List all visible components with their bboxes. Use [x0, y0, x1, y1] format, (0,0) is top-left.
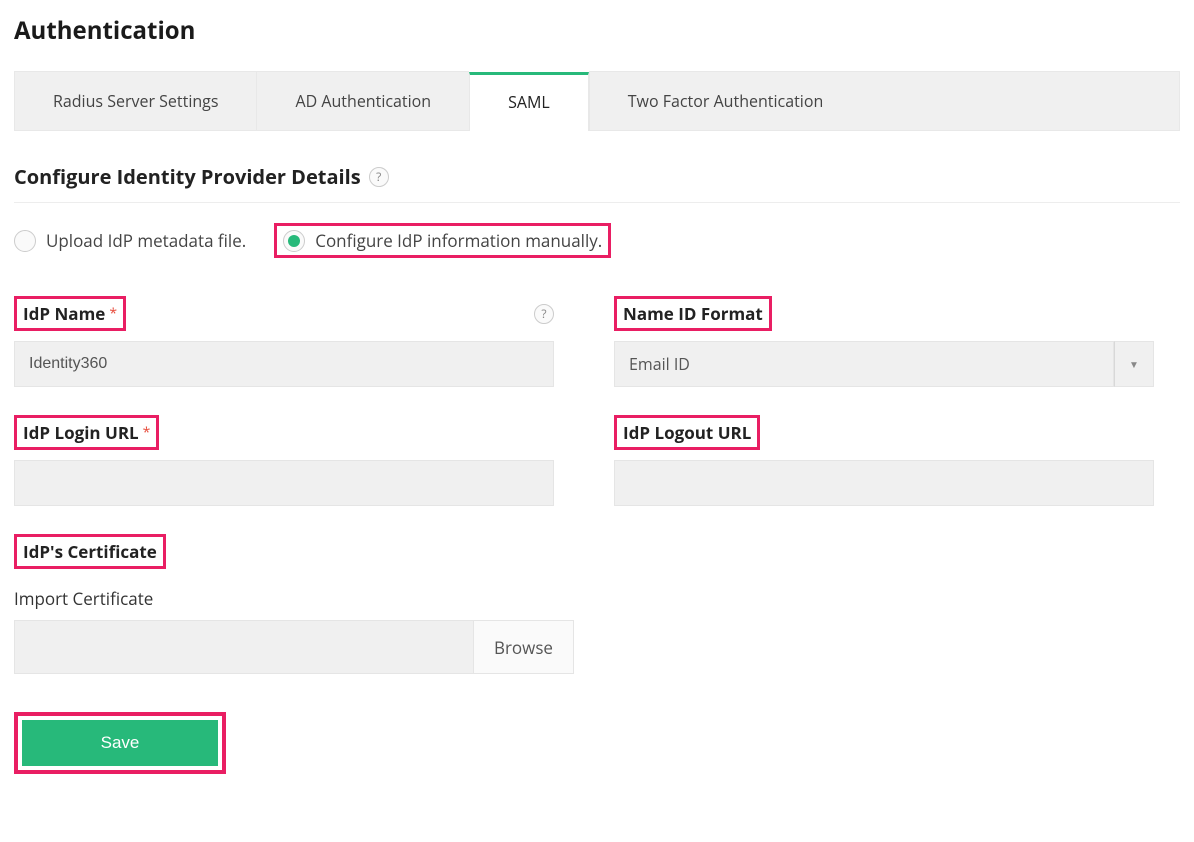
required-asterisk: * [143, 423, 151, 442]
section-header: Configure Identity Provider Details ? [14, 163, 1180, 203]
help-icon[interactable]: ? [369, 167, 389, 187]
browse-button[interactable]: Browse [474, 620, 574, 674]
idp-login-url-label: IdP Login URL [23, 421, 139, 444]
tab-bar: Radius Server Settings AD Authentication… [14, 71, 1180, 131]
radio-circle-selected-icon [283, 230, 305, 252]
highlight-annotation: IdP Logout URL [614, 415, 760, 450]
tab-saml[interactable]: SAML [469, 72, 589, 131]
radio-upload-label: Upload IdP metadata file. [46, 229, 246, 252]
import-certificate-input[interactable] [14, 620, 474, 674]
name-id-format-label: Name ID Format [623, 302, 763, 325]
chevron-down-icon: ▼ [1114, 341, 1154, 387]
idp-logout-url-label: IdP Logout URL [623, 421, 751, 444]
required-asterisk: * [109, 304, 117, 323]
radio-manual-label: Configure IdP information manually. [315, 229, 602, 252]
idp-name-input[interactable] [14, 341, 554, 387]
radio-configure-manually[interactable]: Configure IdP information manually. [283, 229, 602, 252]
highlight-annotation: Configure IdP information manually. [274, 223, 611, 258]
radio-upload-metadata[interactable]: Upload IdP metadata file. [14, 229, 246, 252]
help-icon[interactable]: ? [534, 304, 554, 324]
name-id-format-value: Email ID [614, 341, 1114, 387]
highlight-annotation: IdP's Certificate [14, 534, 166, 569]
highlight-annotation: Save [14, 712, 226, 774]
highlight-annotation: IdP Login URL * [14, 415, 159, 450]
tab-two-factor-authentication[interactable]: Two Factor Authentication [589, 71, 1180, 130]
page-title: Authentication [14, 14, 1180, 47]
tab-radius-server-settings[interactable]: Radius Server Settings [14, 71, 256, 130]
highlight-annotation: Name ID Format [614, 296, 772, 331]
section-title: Configure Identity Provider Details [14, 163, 361, 190]
name-id-format-select[interactable]: Email ID ▼ [614, 341, 1154, 387]
idp-logout-url-input[interactable] [614, 460, 1154, 506]
highlight-annotation: IdP Name * [14, 296, 126, 331]
idp-name-label: IdP Name [23, 302, 105, 325]
save-button[interactable]: Save [22, 720, 218, 766]
tab-ad-authentication[interactable]: AD Authentication [256, 71, 469, 130]
radio-circle-icon [14, 230, 36, 252]
idp-login-url-input[interactable] [14, 460, 554, 506]
idp-config-mode-radio-group: Upload IdP metadata file. Configure IdP … [14, 223, 1180, 258]
idp-certificate-label: IdP's Certificate [23, 540, 157, 563]
import-certificate-label: Import Certificate [14, 587, 1180, 610]
